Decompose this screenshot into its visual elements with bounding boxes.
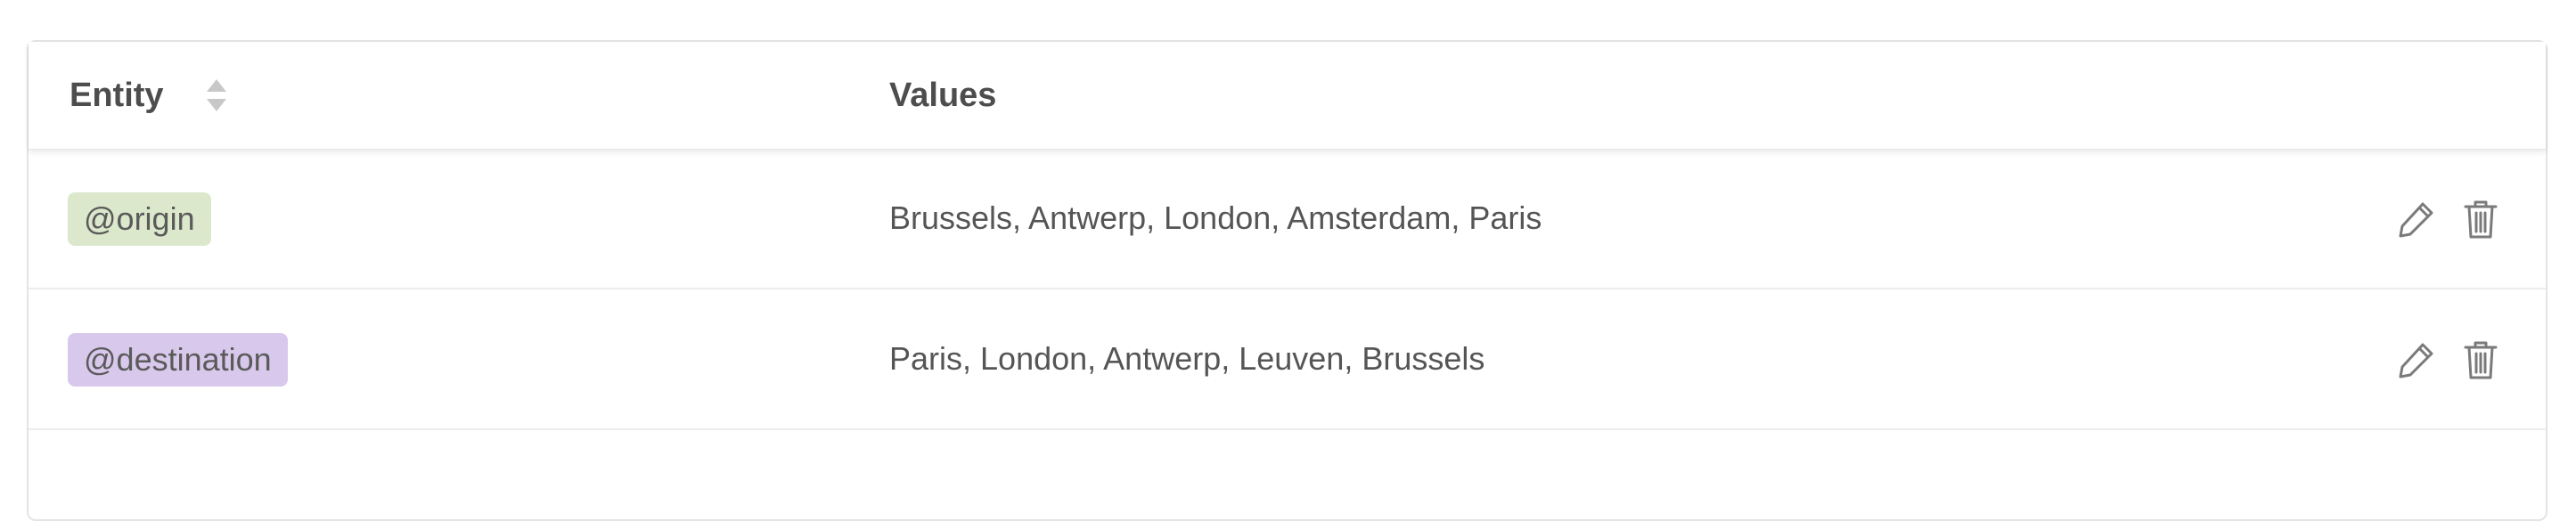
entity-values: Brussels, Antwerp, London, Amsterdam, Pa… <box>889 199 1542 236</box>
column-header-entity[interactable]: Entity <box>70 42 164 149</box>
table-row: @destination Paris, London, Antwerp, Leu… <box>29 289 2546 430</box>
edit-button[interactable] <box>2395 198 2438 240</box>
entity-values: Paris, London, Antwerp, Leuven, Brussels <box>889 340 1485 377</box>
table-header: Entity Values <box>29 42 2546 150</box>
entities-table: Entity Values @origin Brussels, Antwerp,… <box>27 40 2547 521</box>
trash-icon <box>2464 341 2498 379</box>
pencil-icon <box>2399 202 2433 238</box>
pencil-icon <box>2399 343 2433 379</box>
edit-button[interactable] <box>2395 338 2438 381</box>
trash-icon <box>2464 200 2498 239</box>
entity-tag[interactable]: @origin <box>68 192 211 246</box>
column-header-values: Values <box>889 77 997 114</box>
delete-button[interactable] <box>2459 338 2502 381</box>
sort-icon[interactable] <box>203 76 230 115</box>
entity-tag[interactable]: @destination <box>68 333 288 387</box>
table-row: @origin Brussels, Antwerp, London, Amste… <box>29 149 2546 289</box>
delete-button[interactable] <box>2459 198 2502 240</box>
